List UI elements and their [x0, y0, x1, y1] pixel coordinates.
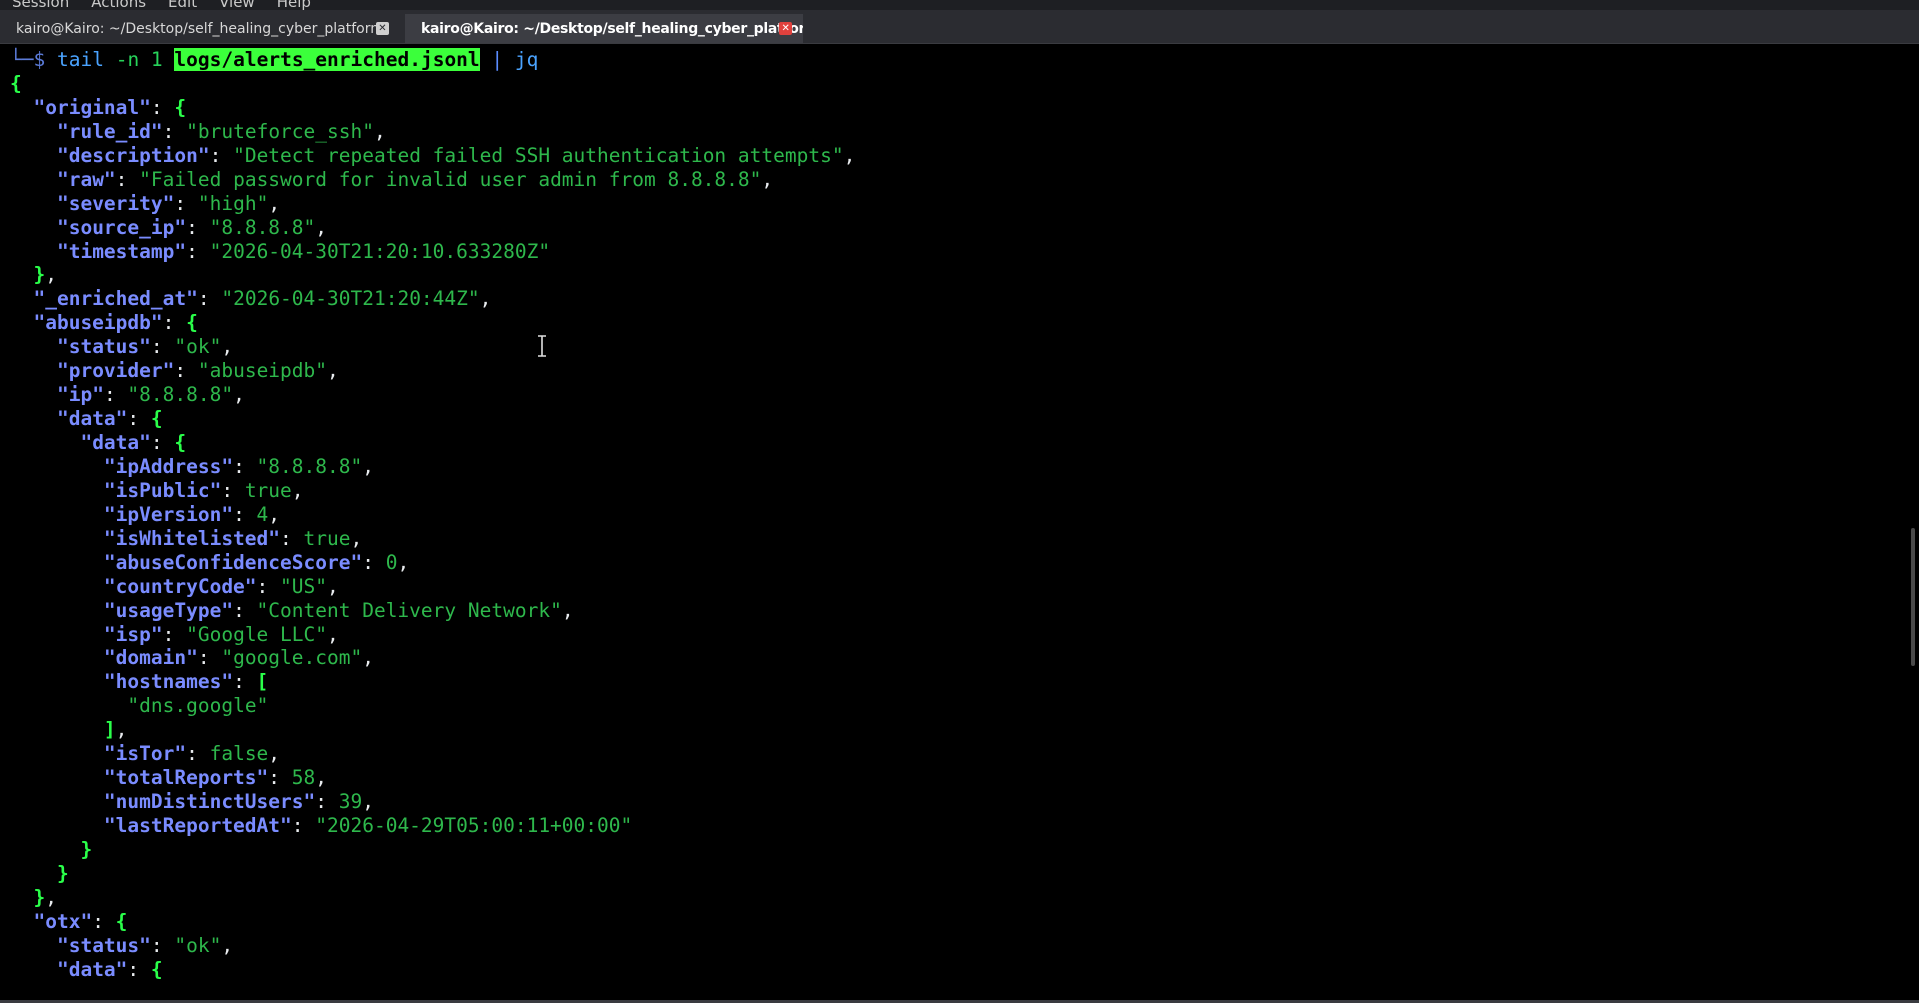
- json-line: "original": {: [33, 95, 187, 119]
- json-line: "ipVersion": 4,: [103, 502, 281, 526]
- json-line: "lastReportedAt": "2026-04-29T05:00:11+0…: [103, 814, 633, 837]
- json-line: "countryCode": "US",: [103, 574, 339, 598]
- menu-edit[interactable]: Edit: [168, 0, 197, 10]
- close-icon[interactable]: ✕: [779, 22, 792, 35]
- close-icon[interactable]: ✕: [376, 22, 389, 35]
- json-line: "data": {: [56, 407, 163, 431]
- terminal-output[interactable]: └─$ tail -n 1 logs/alerts_enriched.jsonl…: [0, 44, 1906, 1001]
- json-line: "isPublic": true,: [103, 478, 304, 502]
- json-line: "severity": "high",: [56, 191, 281, 215]
- json-line: "isp": "Google LLC",: [103, 622, 339, 646]
- json-line: },: [33, 263, 57, 287]
- scrollbar[interactable]: [1906, 44, 1919, 1001]
- json-line: "dns.google": [127, 694, 269, 718]
- json-line: "rule_id": "bruteforce_ssh",: [56, 119, 386, 143]
- json-line: }: [56, 861, 69, 885]
- json-line: "raw": "Failed password for invalid user…: [56, 167, 774, 191]
- menu-session[interactable]: Session: [12, 0, 69, 10]
- json-line: "numDistinctUsers": 39,: [103, 790, 374, 814]
- json-line: "isWhitelisted": true,: [103, 526, 363, 550]
- tab-terminal-2[interactable]: kairo@Kairo: ~/Desktop/self_healing_cybe…: [405, 14, 803, 43]
- menu-help[interactable]: Help: [277, 0, 311, 10]
- tab-title: kairo@Kairo: ~/Desktop/self_healing_cybe…: [16, 20, 384, 37]
- json-line: "source_ip": "8.8.8.8",: [56, 215, 328, 239]
- json-line: "timestamp": "2026-04-30T21:20:10.633280…: [56, 239, 551, 263]
- json-line: "totalReports": 58,: [103, 766, 328, 790]
- tab-bar: kairo@Kairo: ~/Desktop/self_healing_cybe…: [0, 10, 1919, 44]
- json-line: "provider": "abuseipdb",: [56, 359, 339, 383]
- json-line: "status": "ok",: [56, 933, 234, 957]
- scrollbar-thumb[interactable]: [1911, 528, 1915, 666]
- menu-view[interactable]: View: [219, 0, 255, 10]
- json-line: "hostnames": [: [103, 670, 269, 694]
- json-line: "ip": "8.8.8.8",: [56, 383, 245, 407]
- json-line: }: [80, 837, 93, 861]
- json-line: "description": "Detect repeated failed S…: [56, 143, 856, 167]
- json-line: "data": {: [56, 957, 163, 981]
- json-line: "data": {: [80, 431, 187, 454]
- json-line: },: [33, 885, 57, 909]
- json-line: "abuseipdb": {: [33, 311, 198, 335]
- json-line: "ipAddress": "8.8.8.8",: [103, 454, 374, 478]
- json-line: "otx": {: [33, 909, 128, 933]
- json-line: {: [10, 71, 22, 95]
- json-line: "usageType": "Content Delivery Network",: [103, 598, 574, 622]
- text-cursor-icon: [538, 335, 546, 357]
- json-line: "status": "ok",: [56, 335, 234, 359]
- tab-terminal-1[interactable]: kairo@Kairo: ~/Desktop/self_healing_cybe…: [0, 14, 402, 43]
- json-line: "isTor": false,: [103, 742, 281, 766]
- json-line: ],: [103, 718, 128, 742]
- json-line: "abuseConfidenceScore": 0,: [103, 550, 410, 574]
- prompt-line: └─$ tail -n 1 logs/alerts_enriched.jsonl…: [10, 48, 539, 71]
- menu-bar: Session Actions Edit View Help: [0, 0, 1919, 10]
- tab-title: kairo@Kairo: ~/Desktop/self_healing_cybe…: [421, 20, 803, 37]
- menu-actions[interactable]: Actions: [91, 0, 146, 10]
- json-line: "domain": "google.com",: [103, 646, 374, 670]
- json-line: "_enriched_at": "2026-04-30T21:20:44Z",: [33, 287, 492, 311]
